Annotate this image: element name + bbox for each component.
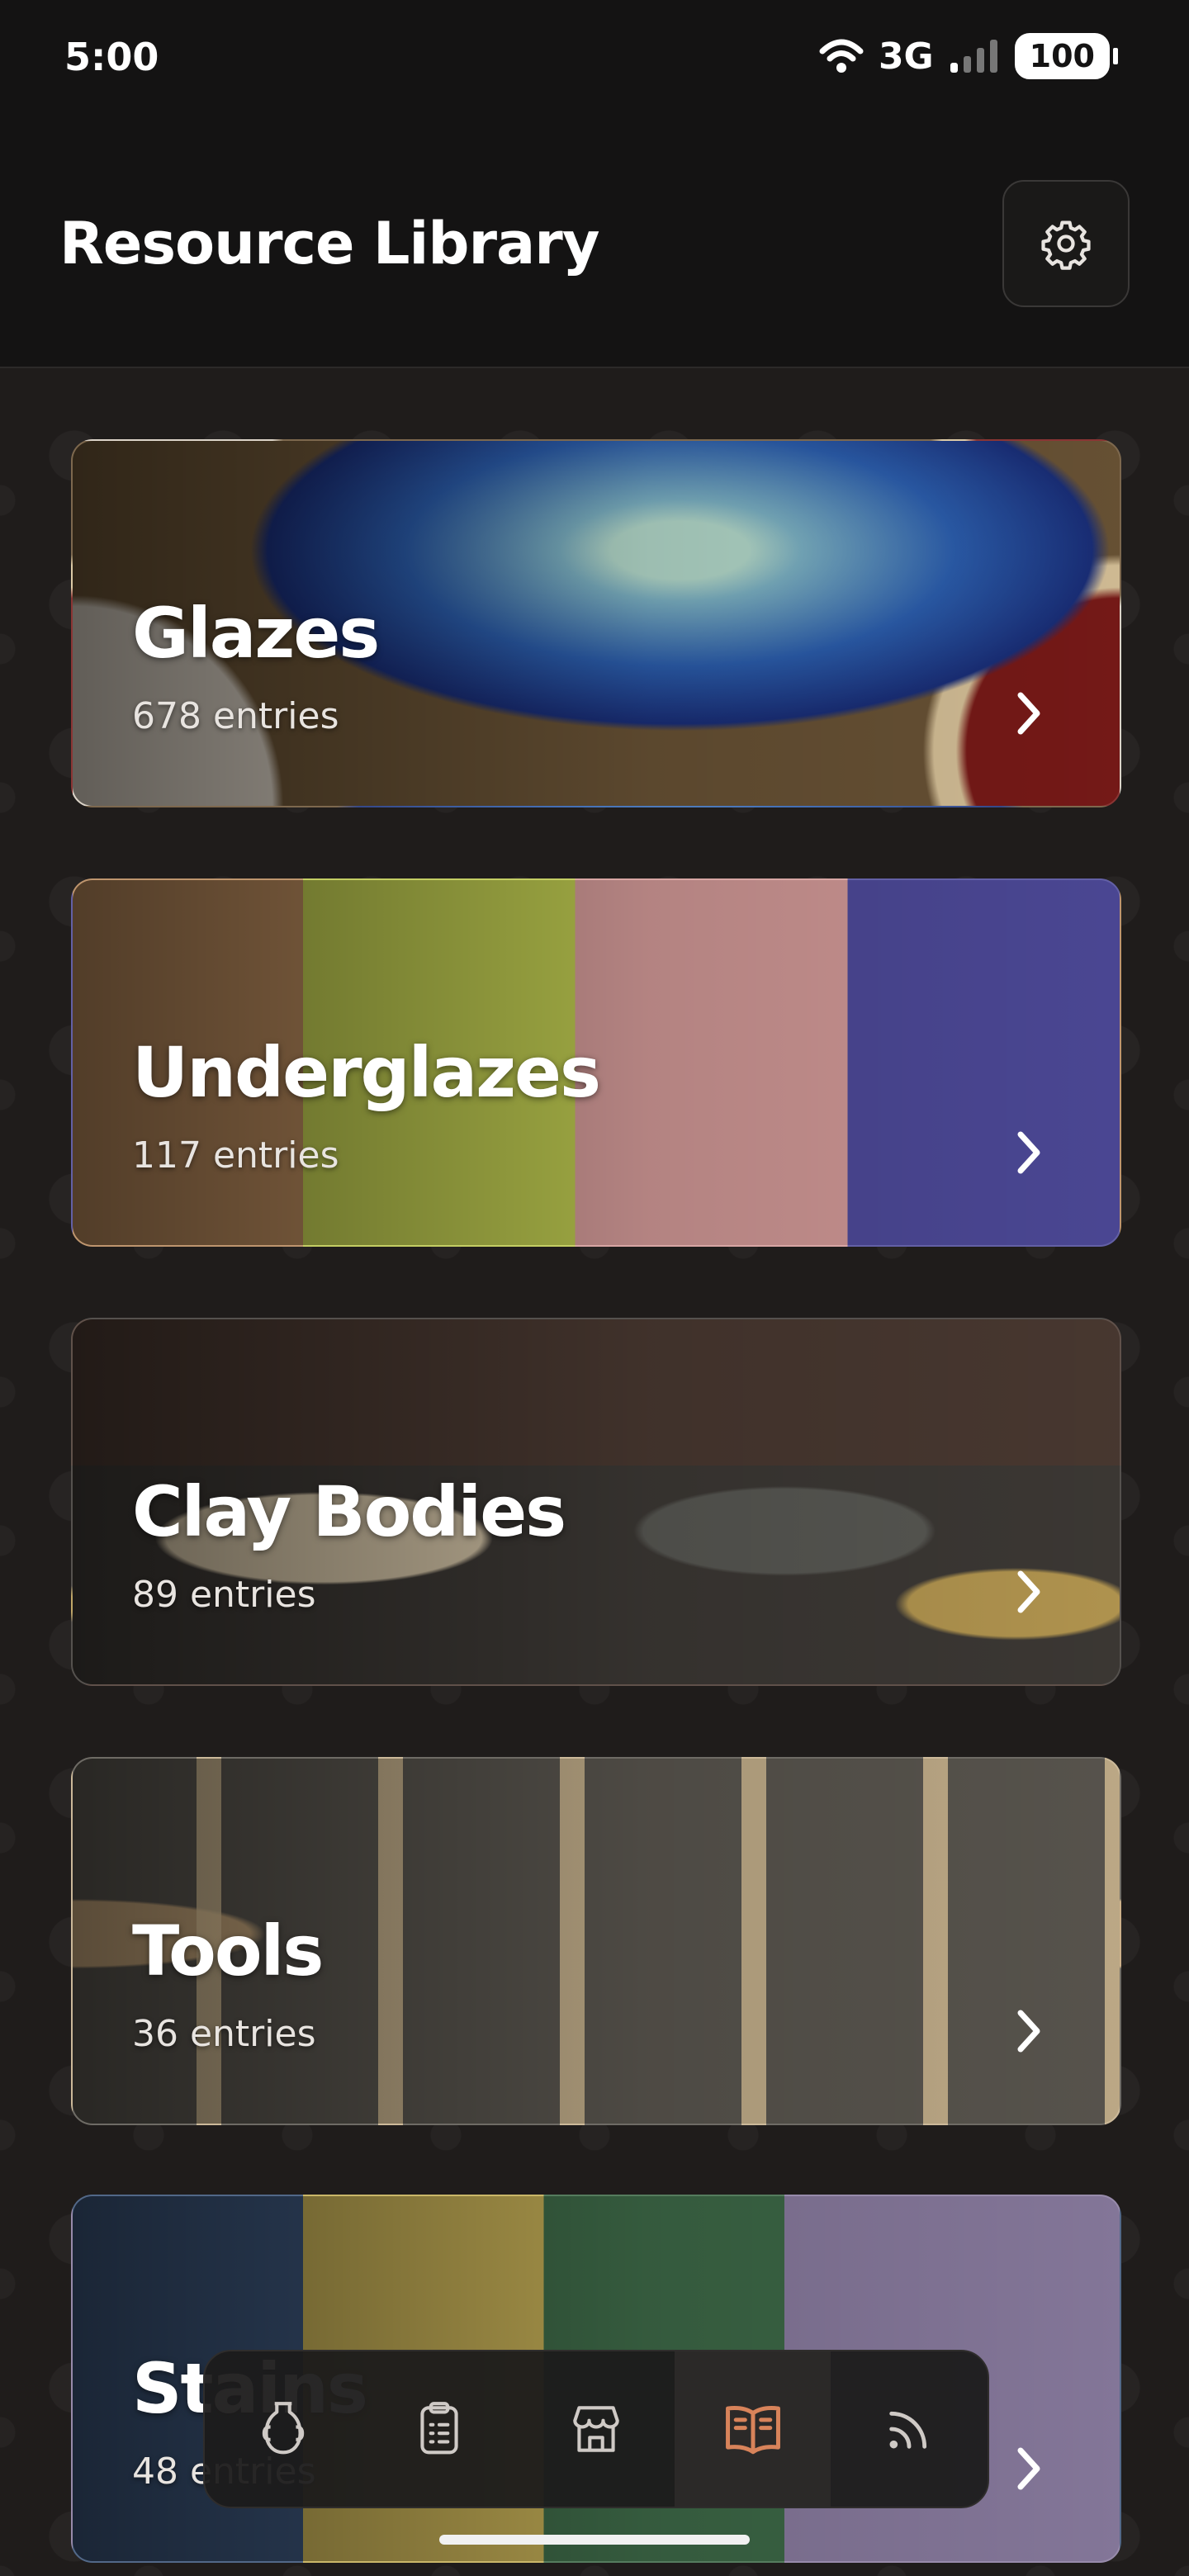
chevron-right-icon (1017, 1131, 1040, 1174)
card-count: 89 entries (132, 1574, 316, 1616)
vase-icon (262, 2402, 304, 2455)
card-count: 678 entries (132, 695, 339, 737)
category-card-tools[interactable]: Tools 36 entries (71, 1757, 1121, 2125)
gear-icon (1041, 220, 1091, 270)
app-header: Resource Library (0, 124, 1189, 368)
chevron-right-icon (1017, 692, 1040, 735)
book-icon (725, 2406, 780, 2455)
category-card-clay-bodies[interactable]: Clay Bodies 89 entries (71, 1318, 1121, 1686)
home-indicator (439, 2535, 750, 2545)
nav-item-library[interactable] (674, 2351, 831, 2507)
chevron-right-icon (1017, 1570, 1040, 1613)
card-title: Clay Bodies (132, 1471, 566, 1552)
network-type: 3G (878, 35, 934, 78)
store-icon (573, 2406, 619, 2452)
signal-icon (950, 40, 997, 73)
bottom-navigation (203, 2350, 989, 2508)
card-title: Glazes (132, 593, 380, 674)
settings-button[interactable] (1002, 180, 1130, 307)
status-icons: 3G 100 (819, 33, 1119, 79)
feed-icon (889, 2411, 927, 2449)
category-card-underglazes[interactable]: Underglazes 117 entries (71, 878, 1121, 1247)
chevron-right-icon (1017, 2010, 1040, 2053)
category-card-glazes[interactable]: Glazes 678 entries (71, 439, 1121, 807)
page-title: Resource Library (59, 210, 599, 277)
card-title: Tools (132, 1911, 324, 1991)
wifi-icon (819, 39, 864, 73)
status-bar: 5:00 3G 100 (0, 0, 1189, 124)
nav-item-projects[interactable] (362, 2351, 519, 2507)
card-count: 36 entries (132, 2013, 316, 2055)
nav-item-feed[interactable] (831, 2351, 988, 2507)
card-title: Underglazes (132, 1032, 601, 1113)
chevron-right-icon (1017, 2447, 1040, 2490)
card-count: 117 entries (132, 1134, 339, 1177)
clipboard-icon (420, 2402, 459, 2455)
status-time: 5:00 (64, 35, 159, 79)
nav-item-pottery[interactable] (205, 2351, 362, 2507)
battery-indicator: 100 (1014, 33, 1119, 79)
nav-item-store[interactable] (518, 2351, 675, 2507)
